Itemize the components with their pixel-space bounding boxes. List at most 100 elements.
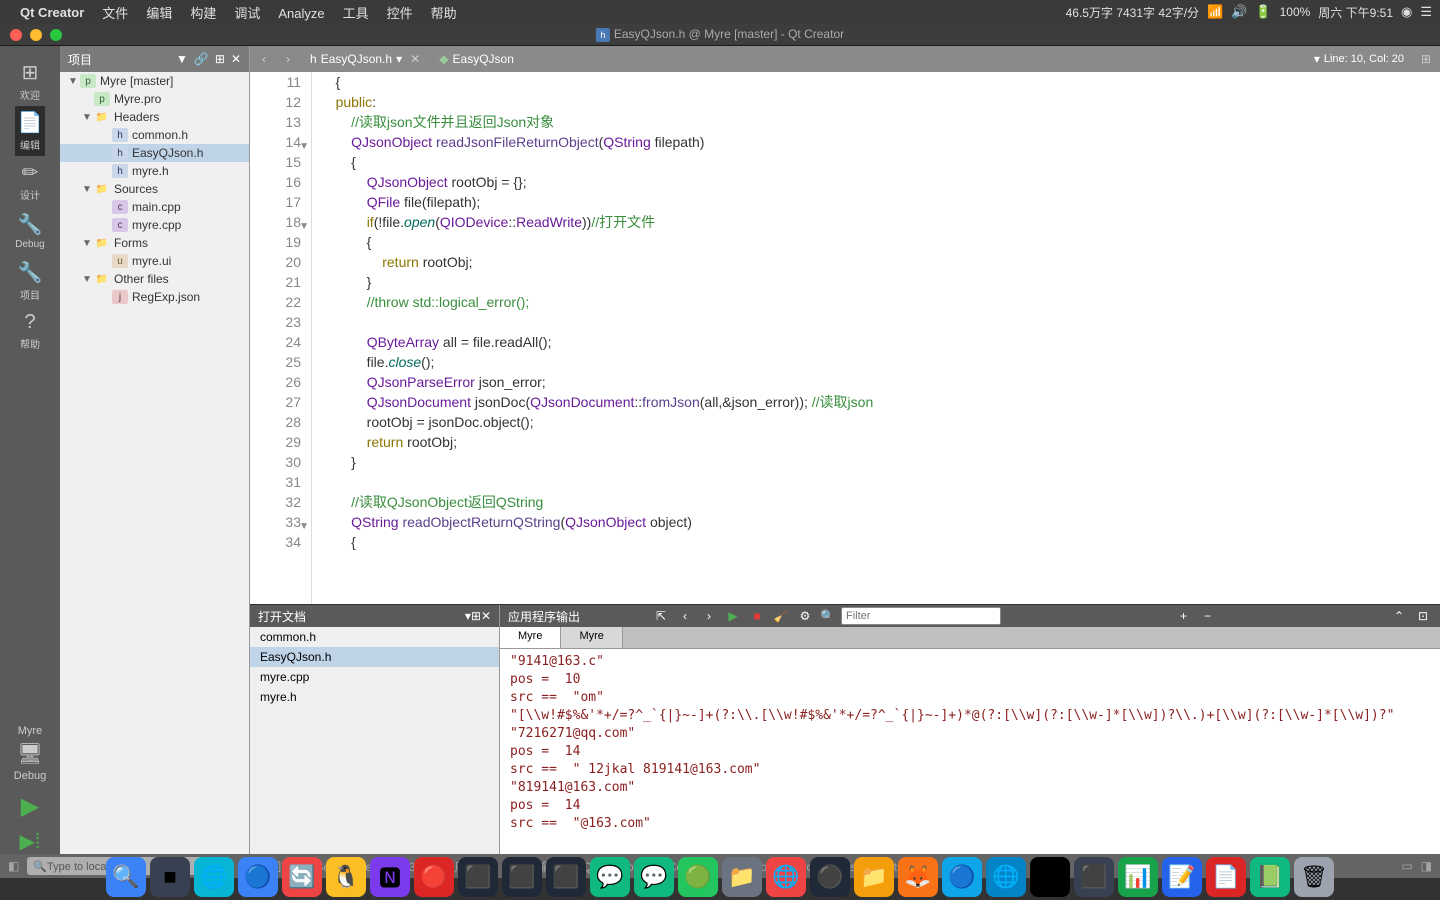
nav-back-button[interactable]: ‹	[254, 49, 274, 69]
dock-app-icon[interactable]: 📗	[1250, 857, 1290, 897]
dock-app-icon[interactable]: 📝	[1162, 857, 1202, 897]
output-tab[interactable]: Myre	[500, 627, 561, 648]
dock-app-icon[interactable]: 🔵	[238, 857, 278, 897]
output-tab[interactable]: Myre	[561, 627, 622, 648]
line-gutter[interactable]: 11121314▼15161718▼1920212223242526272829…	[250, 72, 312, 604]
tree-item[interactable]: ▼📁Other files	[60, 270, 249, 288]
app-name[interactable]: Qt Creator	[20, 5, 84, 20]
tree-item[interactable]: hmyre.h	[60, 162, 249, 180]
split-icon[interactable]: ⊞	[215, 52, 225, 66]
mode-帮助[interactable]: ?帮助	[15, 306, 44, 356]
volume-icon[interactable]: 🔊	[1231, 4, 1247, 20]
tree-item[interactable]: cmyre.cpp	[60, 216, 249, 234]
menu-item[interactable]: Analyze	[278, 6, 324, 21]
output-tabs[interactable]: MyreMyre	[500, 627, 1440, 649]
tree-item[interactable]: ▼📁Forms	[60, 234, 249, 252]
dock-app-icon[interactable]: 📊	[1118, 857, 1158, 897]
dropdown-icon[interactable]: ▾	[1314, 52, 1320, 66]
dock-app-icon[interactable]: 🟢	[678, 857, 718, 897]
menu-item[interactable]: 编辑	[146, 6, 172, 21]
menu-item[interactable]: 帮助	[431, 6, 457, 21]
tree-item[interactable]: ▼pMyre [master]	[60, 72, 249, 90]
dock-app-icon[interactable]: ⬛	[546, 857, 586, 897]
dock-app-icon[interactable]: 🔵	[942, 857, 982, 897]
debug-run-button[interactable]: ▶⁞	[20, 829, 41, 854]
dock-app-icon[interactable]: 📄	[1206, 857, 1246, 897]
code-content[interactable]: { public: //读取json文件并且返回Json对象 QJsonObje…	[312, 72, 1440, 604]
tree-item[interactable]: hEasyQJson.h	[60, 144, 249, 162]
tree-item[interactable]: hcommon.h	[60, 126, 249, 144]
menu-item[interactable]: 调试	[234, 6, 260, 21]
dock-app-icon[interactable]: 🔴	[414, 857, 454, 897]
output-filter-input[interactable]	[841, 607, 1001, 625]
dock-app-icon[interactable]: 📁	[722, 857, 762, 897]
mode-Debug[interactable]: 🔧Debug	[15, 206, 44, 256]
add-icon[interactable]: +	[1174, 607, 1192, 625]
nav-fwd-button[interactable]: ›	[278, 49, 298, 69]
symbol-crumb[interactable]: ◆ EasyQJson	[439, 52, 514, 66]
open-docs-list[interactable]: common.hEasyQJson.hmyre.cppmyre.h	[250, 627, 499, 854]
dock-app-icon[interactable]: ⚫	[810, 857, 850, 897]
split-editor-icon[interactable]: ⊞	[1416, 49, 1436, 69]
dock-app-icon[interactable]: 🌐	[986, 857, 1026, 897]
menu-item[interactable]: 控件	[387, 6, 413, 21]
battery-icon[interactable]: 🔋	[1255, 4, 1271, 20]
build-config[interactable]: Debug	[14, 770, 46, 782]
dock-app-icon[interactable]: 📁	[854, 857, 894, 897]
dock-app-icon[interactable]: ⬛	[502, 857, 542, 897]
wifi-icon[interactable]: 📶	[1207, 4, 1223, 20]
filter-icon[interactable]: ▼	[176, 52, 188, 66]
dock-app-icon[interactable]: 🔍	[106, 857, 146, 897]
remove-icon[interactable]: −	[1198, 607, 1216, 625]
close-sidebar-icon[interactable]: ✕	[231, 52, 241, 66]
open-doc-item[interactable]: EasyQJson.h	[250, 647, 499, 667]
menu-item[interactable]: 构建	[190, 6, 216, 21]
collapse-icon[interactable]: ⌃	[1390, 607, 1408, 625]
dock-app-icon[interactable]: ⬛	[458, 857, 498, 897]
close-window-button[interactable]	[10, 29, 22, 41]
dock-app-icon[interactable]: 🌐	[194, 857, 234, 897]
cursor-position[interactable]: Line: 10, Col: 20	[1324, 53, 1404, 65]
split-icon[interactable]: ⊞	[471, 609, 481, 623]
project-tree[interactable]: ▼pMyre [master]pMyre.pro▼📁Headershcommon…	[60, 72, 249, 854]
close-tab-icon[interactable]: ✕	[410, 52, 420, 66]
mode-设计[interactable]: ✏设计	[15, 156, 44, 206]
prev-icon[interactable]: ‹	[676, 607, 694, 625]
kit-selector[interactable]: Myre	[18, 725, 42, 737]
tree-item[interactable]: jRegExp.json	[60, 288, 249, 306]
clear-icon[interactable]: 🧹	[772, 607, 790, 625]
open-doc-item[interactable]: common.h	[250, 627, 499, 647]
minimize-window-button[interactable]	[30, 29, 42, 41]
output-title[interactable]: 应用程序输出	[508, 608, 580, 625]
list-icon[interactable]: ☰	[1420, 4, 1432, 20]
mode-编辑[interactable]: 📄编辑	[15, 106, 44, 156]
dock-app-icon[interactable]: 💬	[634, 857, 674, 897]
stop-icon[interactable]: ■	[748, 607, 766, 625]
pin-icon[interactable]: ⇱	[652, 607, 670, 625]
siri-icon[interactable]: ◉	[1401, 4, 1412, 20]
dock-app-icon[interactable]: ⬛	[1074, 857, 1114, 897]
run-output-icon[interactable]: ▶	[724, 607, 742, 625]
dock-app-icon[interactable]: 🅾	[1030, 857, 1070, 897]
dock-app-icon[interactable]: 🌐	[766, 857, 806, 897]
link-icon[interactable]: 🔗	[194, 52, 209, 66]
sidebar-title[interactable]: 项目	[68, 51, 92, 68]
macos-dock[interactable]: 🔍■🌐🔵🔄🐧🅽🔴⬛⬛⬛💬💬🟢📁🌐⚫📁🦊🔵🌐🅾⬛📊📝📄📗🗑	[0, 854, 1440, 900]
dock-app-icon[interactable]: 🅽	[370, 857, 410, 897]
tree-item[interactable]: umyre.ui	[60, 252, 249, 270]
file-tab[interactable]: h EasyQJson.h ▾ ✕	[302, 46, 428, 72]
code-editor[interactable]: 11121314▼15161718▼1920212223242526272829…	[250, 72, 1440, 604]
dock-app-icon[interactable]: 💬	[590, 857, 630, 897]
fullscreen-window-button[interactable]	[50, 29, 62, 41]
menu-item[interactable]: 文件	[102, 6, 128, 21]
mode-项目[interactable]: 🔧项目	[15, 256, 44, 306]
menu-item[interactable]: 工具	[343, 6, 369, 21]
tree-item[interactable]: ▼📁Headers	[60, 108, 249, 126]
open-docs-title[interactable]: 打开文档	[258, 608, 306, 625]
dock-app-icon[interactable]: 🐧	[326, 857, 366, 897]
settings-icon[interactable]: ⚙	[796, 607, 814, 625]
dock-app-icon[interactable]: ■	[150, 857, 190, 897]
close-panel-icon[interactable]: ✕	[481, 609, 491, 623]
open-doc-item[interactable]: myre.h	[250, 687, 499, 707]
dock-app-icon[interactable]: 🔄	[282, 857, 322, 897]
